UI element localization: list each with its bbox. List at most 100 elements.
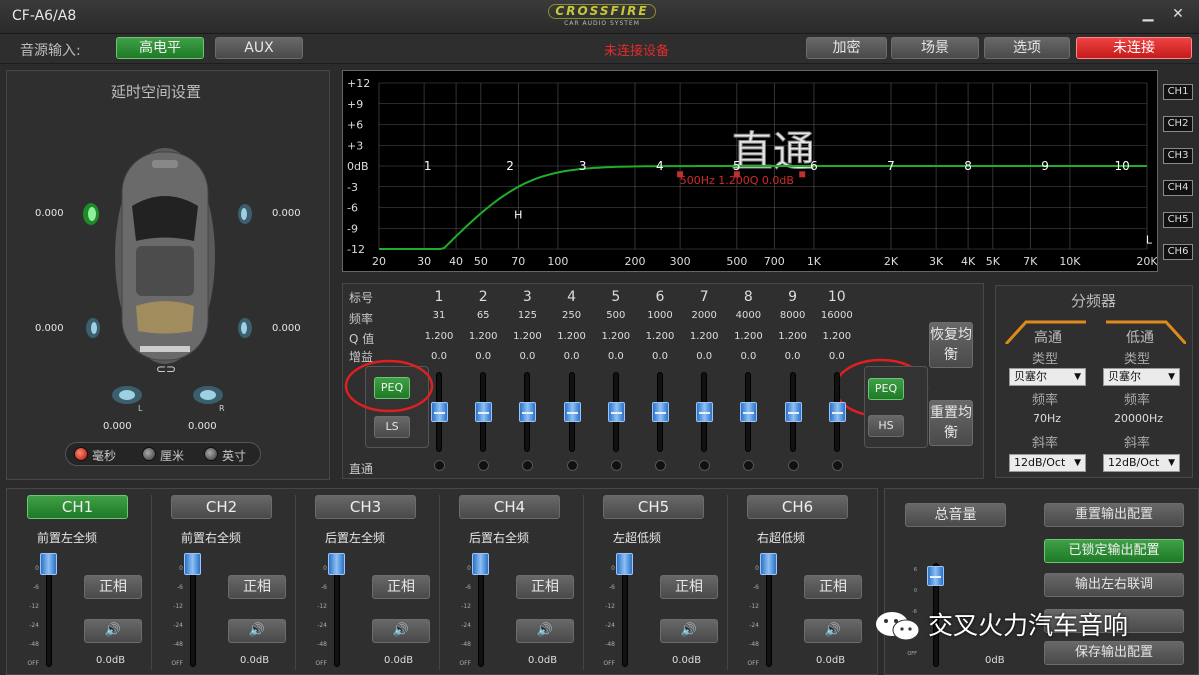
speaker-rear-right-icon[interactable] [235, 315, 255, 341]
channel-phase-button[interactable]: 正相 [372, 575, 430, 599]
channel-tab[interactable]: CH5 [603, 495, 704, 519]
delay-sub-left-value[interactable]: 0.000 [103, 421, 132, 432]
delay-rear-left-value[interactable]: 0.000 [35, 323, 64, 334]
subwoofer-left-icon[interactable]: L [110, 383, 144, 413]
eq-band-bypass-button[interactable] [699, 460, 711, 471]
eq-band-number[interactable]: 8 [726, 289, 770, 305]
eq-band-frequency[interactable]: 65 [461, 310, 505, 321]
channel-phase-button[interactable]: 正相 [804, 575, 862, 599]
eq-band-gain[interactable]: 0.0 [638, 351, 682, 362]
lowpass-freq-value[interactable]: 20000Hz [1114, 412, 1163, 425]
eq-band-number[interactable]: 9 [771, 289, 815, 305]
peq-left-button[interactable]: PEQ [374, 377, 410, 399]
eq-band-q[interactable]: 1.200 [505, 331, 549, 342]
eq-band-bypass-button[interactable] [566, 460, 578, 471]
eq-band-bypass-button[interactable] [787, 460, 799, 471]
channel-volume-thumb[interactable] [760, 553, 777, 575]
graph-channel-tab[interactable]: CH1 [1163, 84, 1193, 100]
eq-band-gain[interactable]: 0.0 [726, 351, 770, 362]
eq-band-bypass-button[interactable] [831, 460, 843, 471]
eq-band-gain[interactable]: 0.0 [417, 351, 461, 362]
unit-inch-radio[interactable] [204, 447, 218, 461]
graph-channel-tab[interactable]: CH3 [1163, 148, 1193, 164]
channel-mute-icon[interactable]: 🔊 [516, 619, 574, 643]
eq-band-q[interactable]: 1.200 [417, 331, 461, 342]
eq-band-slider-thumb[interactable] [563, 402, 581, 422]
channel-volume-thumb[interactable] [472, 553, 489, 575]
lowpass-slope-select[interactable]: 12dB/Oct ▼ [1103, 454, 1180, 472]
channel-tab[interactable]: CH3 [315, 495, 416, 519]
unit-ms-radio[interactable] [74, 447, 88, 461]
speaker-rear-left-icon[interactable] [83, 315, 103, 341]
eq-graph-canvas[interactable]: 20 30 40 50 70 100 200 300 500 700 1K 2K 3K 4K 5K 7K 10K… [343, 71, 1158, 271]
eq-band-slider-thumb[interactable] [784, 402, 802, 422]
link-left-right-button[interactable]: 输出左右联调 [1044, 573, 1184, 597]
channel-tab[interactable]: CH2 [171, 495, 272, 519]
eq-band-gain[interactable]: 0.0 [771, 351, 815, 362]
speaker-front-right-icon[interactable] [235, 201, 255, 227]
eq-band-gain[interactable]: 0.0 [505, 351, 549, 362]
eq-band-bypass-button[interactable] [610, 460, 622, 471]
channel-mute-icon[interactable]: 🔊 [804, 619, 862, 643]
link-subwoofers-icon[interactable]: ⊂⊃ [156, 362, 176, 376]
eq-band-slider-thumb[interactable] [740, 402, 758, 422]
eq-band-gain[interactable]: 0.0 [594, 351, 638, 362]
eq-band-number[interactable]: 3 [505, 289, 549, 305]
eq-band-q[interactable]: 1.200 [815, 331, 859, 342]
save-output-config-button[interactable]: 保存输出配置 [1044, 641, 1184, 665]
eq-band-number[interactable]: 6 [638, 289, 682, 305]
graph-channel-tab[interactable]: CH6 [1163, 244, 1193, 260]
eq-band-q[interactable]: 1.200 [594, 331, 638, 342]
channel-tab[interactable]: CH4 [459, 495, 560, 519]
channel-mute-icon[interactable]: 🔊 [228, 619, 286, 643]
eq-band-frequency[interactable]: 250 [550, 310, 594, 321]
eq-response-graph[interactable]: 20 30 40 50 70 100 200 300 500 700 1K 2K 3K 4K 5K 7K 10K… [342, 70, 1158, 272]
highpass-freq-value[interactable]: 70Hz [1033, 412, 1061, 425]
speaker-front-left-icon[interactable] [81, 201, 101, 227]
eq-band-number[interactable]: 1 [417, 289, 461, 305]
eq-band-frequency[interactable]: 4000 [726, 310, 770, 321]
encrypt-button[interactable]: 加密 [806, 37, 887, 59]
highpass-type-select[interactable]: 贝塞尔 ▼ [1009, 368, 1086, 386]
eq-band-frequency[interactable]: 16000 [815, 310, 859, 321]
eq-band-frequency[interactable]: 2000 [682, 310, 726, 321]
eq-band-number[interactable]: 10 [815, 289, 859, 305]
channel-volume-thumb[interactable] [328, 553, 345, 575]
eq-band-gain[interactable]: 0.0 [461, 351, 505, 362]
low-shelf-button[interactable]: LS [374, 416, 410, 438]
source-aux-button[interactable]: AUX [215, 37, 303, 59]
eq-band-gain[interactable]: 0.0 [682, 351, 726, 362]
eq-band-gain[interactable]: 0.0 [815, 351, 859, 362]
channel-mute-icon[interactable]: 🔊 [372, 619, 430, 643]
graph-channel-tab[interactable]: CH2 [1163, 116, 1193, 132]
high-shelf-button[interactable]: HS [868, 415, 904, 437]
eq-band-q[interactable]: 1.200 [550, 331, 594, 342]
eq-band-gain[interactable]: 0.0 [550, 351, 594, 362]
eq-band-slider-thumb[interactable] [652, 402, 669, 422]
channel-phase-button[interactable]: 正相 [84, 575, 142, 599]
eq-band-bypass-button[interactable] [655, 460, 666, 471]
channel-phase-button[interactable]: 正相 [660, 575, 718, 599]
eq-band-bypass-button[interactable] [434, 460, 445, 471]
close-icon[interactable]: ✕ [1166, 4, 1190, 24]
eq-band-slider-thumb[interactable] [431, 402, 448, 422]
eq-band-q[interactable]: 1.200 [771, 331, 815, 342]
source-high-level-button[interactable]: 高电平 [116, 37, 204, 59]
reset-output-config-button[interactable]: 重置输出配置 [1044, 503, 1184, 527]
channel-tab[interactable]: CH1 [27, 495, 128, 519]
eq-band-bypass-button[interactable] [522, 460, 534, 471]
graph-channel-tab[interactable]: CH4 [1163, 180, 1193, 196]
eq-band-number[interactable]: 4 [550, 289, 594, 305]
eq-band-q[interactable]: 1.200 [461, 331, 505, 342]
delay-sub-right-value[interactable]: 0.000 [188, 421, 217, 432]
eq-band-slider-thumb[interactable] [828, 402, 846, 422]
locked-output-config-button[interactable]: 已锁定输出配置 [1044, 539, 1184, 563]
graph-channel-tab[interactable]: CH5 [1163, 212, 1193, 228]
channel-mute-icon[interactable]: 🔊 [660, 619, 718, 643]
peq-right-button[interactable]: PEQ [868, 378, 904, 400]
eq-band-slider-thumb[interactable] [696, 402, 714, 422]
eq-band-q[interactable]: 1.200 [726, 331, 770, 342]
delay-rear-right-value[interactable]: 0.000 [272, 323, 301, 334]
channel-volume-thumb[interactable] [184, 553, 201, 575]
eq-band-frequency[interactable]: 31 [417, 310, 461, 321]
